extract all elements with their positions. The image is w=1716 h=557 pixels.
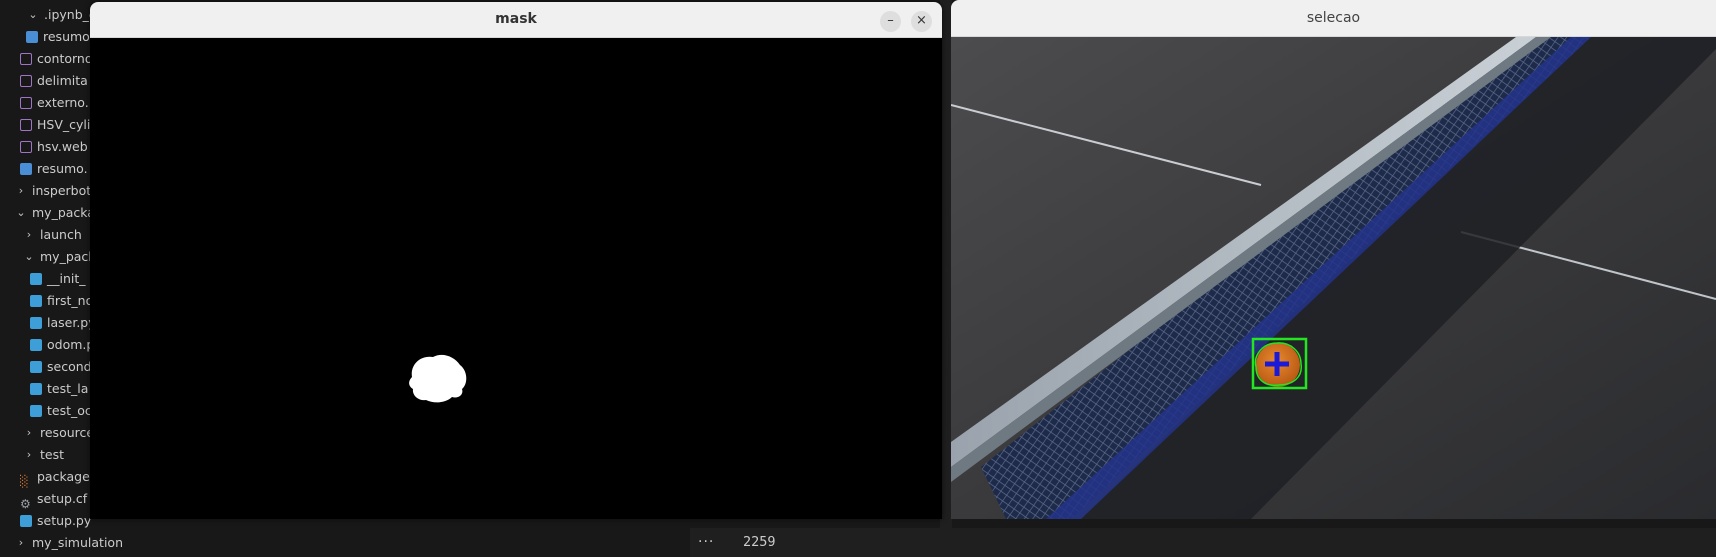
image-file-icon: [20, 75, 32, 87]
explorer-item[interactable]: setup.py: [20, 510, 91, 532]
chevron-down-icon[interactable]: ⌄: [22, 246, 36, 268]
image-file-icon: [20, 53, 32, 65]
explorer-item-label: contorno: [37, 51, 93, 66]
explorer-item[interactable]: first_no: [30, 290, 93, 312]
explorer-item[interactable]: resumo: [26, 26, 90, 48]
explorer-item[interactable]: › insperbot: [14, 180, 91, 202]
explorer-item-label: test_oc: [47, 403, 92, 418]
explorer-item[interactable]: ⌄ my_packa: [14, 202, 95, 224]
camera-image: [951, 37, 1716, 519]
document-file-icon: [26, 31, 38, 43]
gear-icon: ⚙: [20, 497, 31, 511]
explorer-item-label: resource: [40, 425, 95, 440]
chevron-down-icon[interactable]: ⌄: [14, 202, 28, 224]
image-file-icon: [20, 141, 32, 153]
python-file-icon: [20, 515, 32, 527]
explorer-item[interactable]: › my_simulation: [14, 532, 123, 554]
explorer-item-label: odom.p: [47, 337, 95, 352]
chevron-right-icon[interactable]: ›: [14, 532, 28, 554]
explorer-item-label: setup.py: [37, 513, 92, 528]
explorer-item-label: resumo: [43, 29, 90, 44]
chevron-right-icon[interactable]: ›: [14, 180, 28, 202]
mask-titlebar[interactable]: mask – ×: [90, 2, 942, 38]
explorer-item[interactable]: __init_: [30, 268, 86, 290]
python-file-icon: [30, 295, 42, 307]
explorer-item-label: test: [40, 447, 65, 462]
rss-icon: ░: [20, 475, 29, 488]
panel-bar: [690, 528, 1716, 557]
selecao-window: selecao: [951, 0, 1716, 519]
explorer-item-label: insperbot: [32, 183, 92, 198]
chevron-down-icon[interactable]: ⌄: [26, 4, 40, 26]
explorer-item[interactable]: contorno: [20, 48, 92, 70]
mask-window-title: mask: [495, 11, 537, 27]
explorer-item-label: my_simulation: [32, 535, 123, 550]
explorer-item[interactable]: ⌄ .ipynb_c: [26, 4, 96, 26]
explorer-item[interactable]: test_oc: [30, 400, 92, 422]
explorer-item-label: HSV_cyli: [37, 117, 91, 132]
image-file-icon: [20, 119, 32, 131]
explorer-item[interactable]: resumo.: [20, 158, 88, 180]
explorer-item-label: setup.cf: [37, 491, 88, 506]
explorer-item-label: hsv.web: [37, 139, 88, 154]
python-file-icon: [30, 317, 42, 329]
explorer-item-label: first_no: [47, 293, 94, 308]
chevron-right-icon[interactable]: ›: [22, 444, 36, 466]
explorer-item-label: my_pack: [40, 249, 96, 264]
output-value: 2259: [743, 534, 776, 550]
python-file-icon: [30, 383, 42, 395]
image-file-icon: [20, 97, 32, 109]
chevron-right-icon[interactable]: ›: [22, 422, 36, 444]
close-button[interactable]: ×: [911, 11, 932, 32]
explorer-item-label: __init_: [47, 271, 86, 286]
python-file-icon: [30, 361, 42, 373]
explorer-item-label: delimita: [37, 73, 88, 88]
explorer-item[interactable]: laser.py: [30, 312, 96, 334]
explorer-item-label: laser.py: [47, 315, 96, 330]
explorer-item[interactable]: externo.: [20, 92, 89, 114]
explorer-item-label: my_packa: [32, 205, 95, 220]
mask-image: [90, 39, 942, 519]
explorer-item[interactable]: ⚙ setup.cf: [20, 488, 88, 511]
explorer-item[interactable]: delimita: [20, 70, 88, 92]
selecao-window-title: selecao: [1306, 10, 1361, 26]
document-file-icon: [20, 163, 32, 175]
python-file-icon: [30, 273, 42, 285]
selecao-titlebar[interactable]: selecao: [951, 0, 1716, 37]
explorer-item[interactable]: › resource: [22, 422, 94, 444]
explorer-item[interactable]: test_la: [30, 378, 88, 400]
chevron-right-icon[interactable]: ›: [22, 224, 36, 246]
explorer-item-label: launch: [40, 227, 82, 242]
explorer-item-label: resumo.: [37, 161, 88, 176]
explorer-item[interactable]: odom.p: [30, 334, 94, 356]
explorer-item-label: package: [37, 469, 90, 484]
explorer-item-label: test_la: [47, 381, 89, 396]
explorer-item[interactable]: hsv.web: [20, 136, 88, 158]
mask-window: mask – ×: [90, 2, 942, 519]
explorer-item[interactable]: ⌄ my_pack: [22, 246, 96, 268]
explorer-item[interactable]: ░ package: [20, 466, 90, 488]
explorer-item-label: second: [47, 359, 92, 374]
explorer-item-label: externo.: [37, 95, 89, 110]
more-actions-button[interactable]: ···: [698, 534, 714, 550]
explorer-item[interactable]: second: [30, 356, 92, 378]
python-file-icon: [30, 405, 42, 417]
minimize-button[interactable]: –: [880, 11, 901, 32]
explorer-item[interactable]: HSV_cyli: [20, 114, 90, 136]
explorer-item-label: .ipynb_c: [44, 7, 96, 22]
python-file-icon: [30, 339, 42, 351]
explorer-item[interactable]: › test: [22, 444, 64, 466]
explorer-item[interactable]: › launch: [22, 224, 82, 246]
